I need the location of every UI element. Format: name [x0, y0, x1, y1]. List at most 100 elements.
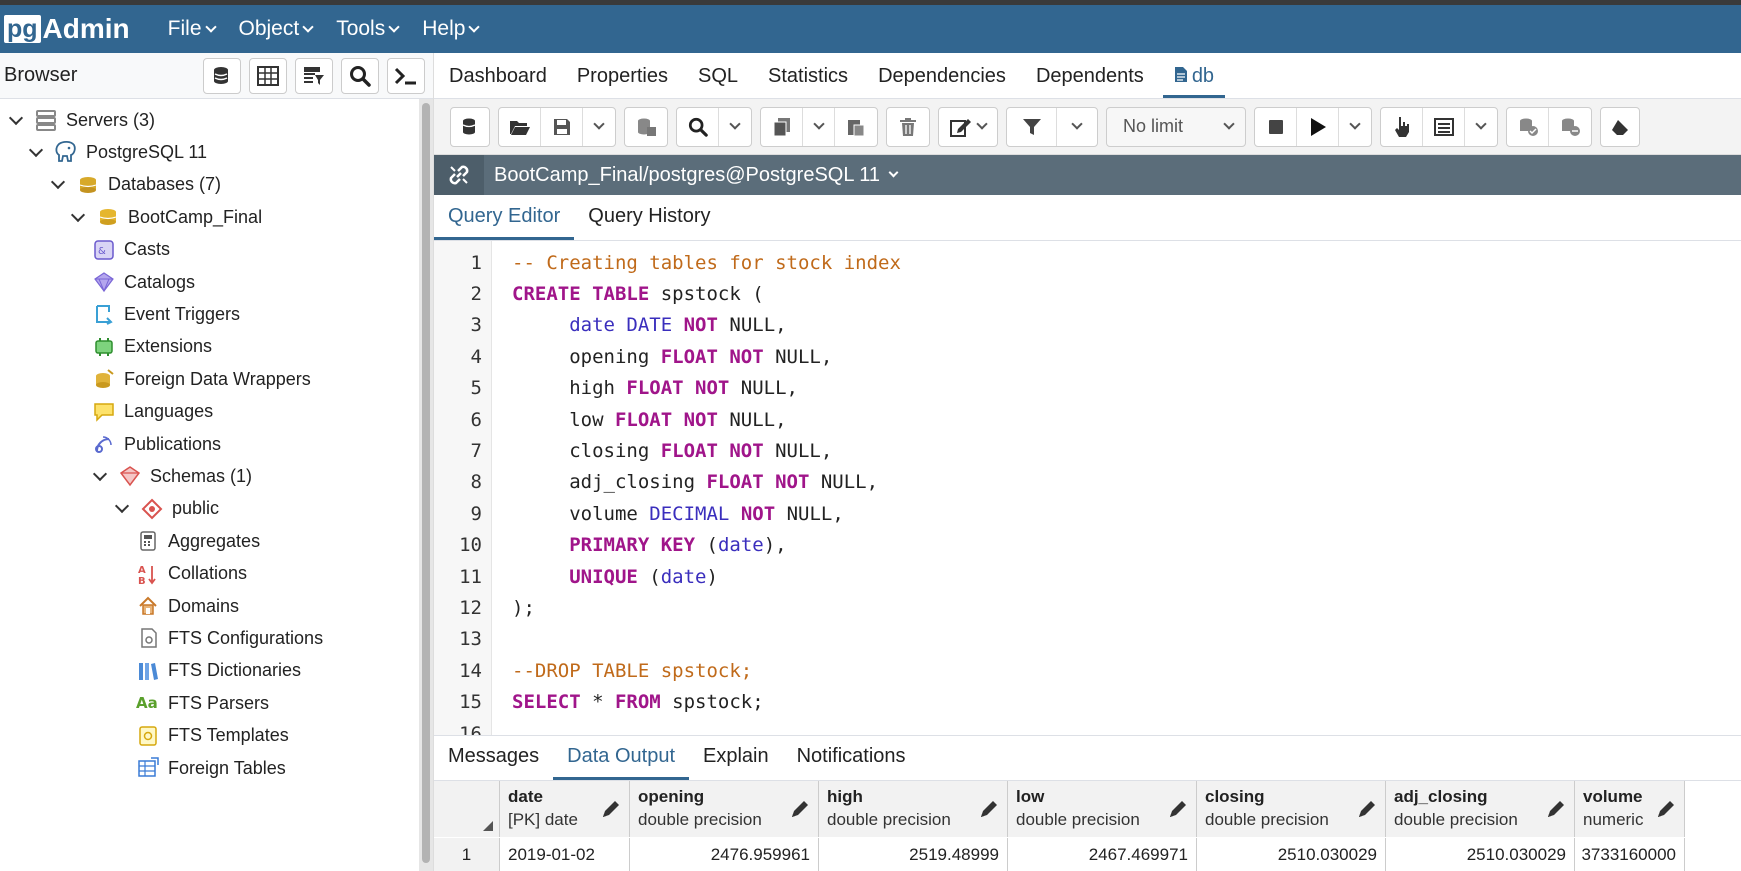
column-header-closing[interactable]: closing double precision: [1197, 781, 1386, 837]
cell-high[interactable]: 2519.48999: [819, 838, 1008, 871]
row-limit-select[interactable]: No limit: [1106, 106, 1246, 147]
save-file-button[interactable]: [541, 107, 583, 146]
tree-node-casts[interactable]: & Casts: [92, 233, 170, 267]
cell-adj-closing[interactable]: 2510.030029: [1386, 838, 1575, 871]
column-header-volume[interactable]: volume numeric: [1575, 781, 1685, 837]
tab-query-editor[interactable]: Query Editor: [434, 205, 575, 240]
tree-scrollbar-thumb[interactable]: [422, 103, 430, 863]
cell-opening[interactable]: 2476.959961: [630, 838, 819, 871]
tree-node-fts-templates[interactable]: FTS Templates: [136, 719, 289, 753]
tree-node-postgresql-11[interactable]: PostgreSQL 11: [28, 135, 207, 169]
copy-dropdown-button[interactable]: [803, 107, 835, 146]
code-text: PRIMARY KEY (date),: [512, 534, 786, 556]
line-number: 12: [459, 596, 482, 619]
tab-notifications[interactable]: Notifications: [783, 745, 920, 780]
explain-dropdown-button[interactable]: [1465, 108, 1497, 146]
chevron-down-icon: [302, 20, 314, 33]
tree-node-languages[interactable]: Languages: [92, 395, 213, 429]
tab-db[interactable]: db: [1159, 65, 1229, 98]
tree-node-publications[interactable]: Publications: [92, 427, 221, 461]
tree-node-domains[interactable]: Domains: [136, 589, 239, 623]
filter-button[interactable]: [1007, 107, 1057, 146]
tab-dependencies[interactable]: Dependencies: [863, 65, 1021, 98]
column-header-high[interactable]: high double precision: [819, 781, 1008, 837]
find-button[interactable]: [677, 107, 719, 146]
tree-node-databases-7[interactable]: Databases (7): [50, 168, 221, 202]
edit-button[interactable]: [939, 108, 997, 146]
tree-node-schemas-1[interactable]: Schemas (1): [92, 459, 252, 493]
delete-rows-button[interactable]: [886, 106, 930, 147]
paste-button[interactable]: [835, 108, 877, 146]
tree-scrollbar[interactable]: [419, 99, 433, 871]
tab-messages[interactable]: Messages: [434, 745, 553, 780]
cell-volume[interactable]: 3733160000: [1575, 838, 1685, 871]
foreign-data-wrappers-icon: [92, 367, 116, 391]
filter-dropdown-button[interactable]: [1057, 108, 1097, 146]
cell-date[interactable]: 2019-01-02: [500, 838, 630, 871]
tree-node-servers-3[interactable]: Servers (3): [8, 103, 155, 137]
table-row[interactable]: 1 2019-01-02 2476.959961 2519.48999 2467.469…: [434, 838, 1685, 871]
tab-statistics[interactable]: Statistics: [753, 65, 863, 98]
tree-node-fts-configurations[interactable]: FTS Configurations: [136, 621, 323, 655]
execute-button[interactable]: [1297, 107, 1339, 146]
trash-icon: [900, 117, 916, 136]
chevron-down-icon[interactable]: [92, 468, 108, 484]
tab-dashboard[interactable]: Dashboard: [434, 65, 562, 98]
tab-dependents[interactable]: Dependents: [1021, 65, 1159, 98]
chevron-down-icon[interactable]: [114, 501, 130, 517]
menu-tools[interactable]: Tools: [324, 17, 410, 41]
tab-sql[interactable]: SQL: [683, 65, 753, 98]
psql-tool-button[interactable]: [387, 57, 425, 94]
copy-button[interactable]: [761, 107, 803, 146]
chevron-down-icon[interactable]: [8, 112, 24, 128]
clear-button[interactable]: [1600, 106, 1640, 147]
tree-node-fts-parsers[interactable]: Aa FTS Parsers: [136, 686, 269, 720]
tree-node-foreign-tables[interactable]: Foreign Tables: [136, 751, 286, 785]
tree-node-aggregates[interactable]: Aggregates: [136, 524, 260, 558]
sql-editor[interactable]: 1 -- Creating tables for stock index 2 CREA…: [434, 241, 1741, 735]
row-number[interactable]: 1: [434, 838, 500, 871]
save-dropdown-button[interactable]: [583, 108, 615, 146]
find-dropdown-button[interactable]: [719, 108, 751, 146]
cell-closing[interactable]: 2510.030029: [1197, 838, 1386, 871]
tree-node-event-triggers[interactable]: Event Triggers: [92, 297, 240, 331]
connection-bar[interactable]: BootCamp_Final/postgres@PostgreSQL 11: [434, 155, 1741, 195]
tab-data-output[interactable]: Data Output: [553, 745, 689, 780]
tree-node-catalogs[interactable]: Catalogs: [92, 265, 195, 299]
explain-button[interactable]: [1381, 107, 1423, 146]
chevron-down-icon[interactable]: [50, 177, 66, 193]
chevron-down-icon[interactable]: [28, 144, 44, 160]
chevron-down-icon[interactable]: [70, 209, 86, 225]
tree-node-public[interactable]: public: [114, 492, 219, 526]
tree-node-foreign-data-wrappers[interactable]: Foreign Data Wrappers: [92, 362, 311, 396]
column-header-date[interactable]: date [PK] date: [500, 781, 630, 837]
tree-node-extensions[interactable]: Extensions: [92, 330, 212, 364]
filtered-rows-button[interactable]: [295, 57, 333, 94]
open-file-button[interactable]: [499, 107, 541, 146]
tree-node-collations[interactable]: A B Collations: [136, 557, 247, 591]
stop-button[interactable]: [1255, 107, 1297, 146]
explain-analyze-button[interactable]: [1423, 107, 1465, 146]
edit-icon: [950, 118, 971, 137]
search-objects-button[interactable]: [341, 57, 379, 94]
commit-button[interactable]: [1507, 107, 1549, 146]
query-tool-button[interactable]: [203, 57, 241, 94]
column-header-adj-closing[interactable]: adj_closing double precision: [1386, 781, 1575, 837]
menu-help[interactable]: Help: [410, 17, 490, 41]
open-query-tool-button[interactable]: [450, 106, 490, 147]
save-data-changes-button[interactable]: [624, 106, 668, 147]
tab-query-history[interactable]: Query History: [574, 205, 724, 240]
column-header-low[interactable]: low double precision: [1008, 781, 1197, 837]
menu-object[interactable]: Object: [227, 17, 325, 41]
cell-low[interactable]: 2467.469971: [1008, 838, 1197, 871]
execute-dropdown-button[interactable]: [1339, 108, 1371, 146]
tab-explain[interactable]: Explain: [689, 745, 783, 780]
menu-file[interactable]: File: [156, 17, 227, 41]
tree-node-fts-dictionaries[interactable]: FTS Dictionaries: [136, 654, 301, 688]
tab-properties[interactable]: Properties: [562, 65, 683, 98]
rollback-button[interactable]: [1549, 108, 1591, 146]
column-header-opening[interactable]: opening double precision: [630, 781, 819, 837]
tree-node-bootcamp-final[interactable]: BootCamp_Final: [70, 200, 262, 234]
view-data-button[interactable]: [249, 57, 287, 94]
grid-select-all[interactable]: [434, 781, 500, 837]
